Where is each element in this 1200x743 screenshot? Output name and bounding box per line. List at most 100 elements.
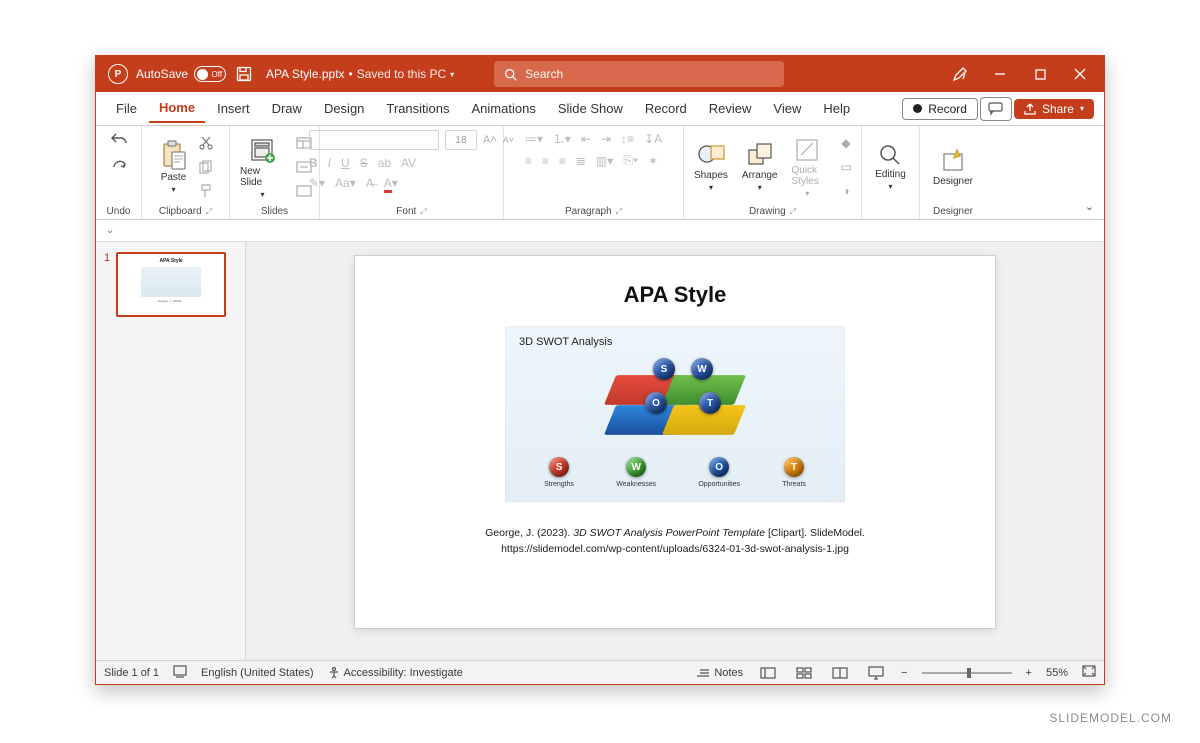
arrange-button[interactable]: Arrange▾ (738, 140, 782, 194)
tab-transitions[interactable]: Transitions (376, 95, 459, 122)
shape-outline-button[interactable]: ▭ (837, 158, 855, 176)
align-right-button[interactable]: ≡ (559, 154, 566, 168)
zoom-percent[interactable]: 55% (1046, 667, 1068, 679)
share-button[interactable]: Share▾ (1014, 99, 1094, 119)
chevron-down-icon[interactable]: ▾ (450, 70, 454, 79)
new-slide-button[interactable]: New Slide▾ (236, 134, 289, 201)
language-status[interactable]: English (United States) (201, 667, 314, 679)
font-size-dropdown[interactable]: 18 (445, 130, 477, 150)
line-spacing-button[interactable]: ↕≡ (621, 132, 634, 146)
search-box[interactable] (494, 61, 784, 87)
save-status[interactable]: Saved to this PC (357, 67, 446, 81)
quick-styles-button[interactable]: Quick Styles▾ (788, 135, 828, 200)
indent-inc-button[interactable]: ⇥ (601, 132, 611, 146)
paste-button[interactable]: Paste▾ (157, 138, 191, 196)
zoom-out-button[interactable]: − (901, 667, 907, 679)
align-center-button[interactable]: ≡ (542, 154, 549, 168)
tab-file[interactable]: File (106, 95, 147, 122)
sorter-view-button[interactable] (793, 665, 815, 681)
swot-diamond: S W O T (595, 354, 755, 434)
reading-view-button[interactable] (829, 665, 851, 681)
dialog-launcher-icon[interactable]: ⤢ (420, 207, 426, 217)
thumbnail-preview[interactable]: APA Style George, J. (2023)… (116, 252, 226, 317)
notes-button[interactable]: Notes (696, 667, 743, 679)
italic-button[interactable]: I (328, 156, 331, 170)
indent-dec-button[interactable]: ⇤ (581, 132, 591, 146)
ribbon-collapse-chevron-icon[interactable]: ⌄ (1085, 200, 1094, 213)
slide-counter[interactable]: Slide 1 of 1 (104, 667, 159, 679)
accessibility-icon (328, 667, 340, 679)
shape-fill-button[interactable]: ◆ (837, 134, 855, 152)
comments-button[interactable] (980, 97, 1012, 121)
tab-draw[interactable]: Draw (262, 95, 312, 122)
ball-w-icon: W (691, 358, 713, 380)
record-button[interactable]: Record (902, 98, 978, 120)
slideshow-view-button[interactable] (865, 665, 887, 681)
thumbnail-panel[interactable]: 1 APA Style George, J. (2023)… (96, 242, 246, 660)
fit-to-window-button[interactable] (1082, 665, 1096, 680)
file-name[interactable]: APA Style.pptx (266, 67, 345, 81)
tab-view[interactable]: View (763, 95, 811, 122)
tab-record[interactable]: Record (635, 95, 697, 122)
copy-button[interactable] (197, 158, 215, 176)
spacing-button[interactable]: AV (401, 156, 416, 170)
undo-button[interactable] (110, 130, 128, 148)
columns-button[interactable]: ▥▾ (596, 154, 613, 168)
search-input[interactable] (525, 67, 774, 81)
font-color-button[interactable]: A▾ (384, 176, 398, 190)
align-text-button[interactable]: ⎘▾ (623, 153, 638, 168)
minimize-button[interactable] (980, 56, 1020, 92)
slide-thumbnail-1[interactable]: 1 APA Style George, J. (2023)… (104, 252, 237, 317)
highlight-button[interactable]: ✎▾ (309, 176, 325, 190)
smartart-button[interactable]: ✶ (648, 154, 658, 168)
tab-slideshow[interactable]: Slide Show (548, 95, 633, 122)
bold-button[interactable]: B (309, 156, 318, 170)
arrange-icon (747, 142, 773, 168)
tab-insert[interactable]: Insert (207, 95, 260, 122)
toggle-switch-icon[interactable]: Off (194, 66, 226, 82)
tab-animations[interactable]: Animations (462, 95, 546, 122)
clear-format-button[interactable]: A̶ (366, 176, 374, 190)
align-left-button[interactable]: ≡ (525, 154, 532, 168)
zoom-slider[interactable] (922, 672, 1012, 674)
spellcheck-icon[interactable] (173, 665, 187, 680)
swot-image[interactable]: 3D SWOT Analysis S W O T SStrengths WWea… (505, 326, 845, 502)
justify-button[interactable]: ≣ (576, 154, 586, 168)
tab-home[interactable]: Home (149, 94, 205, 123)
format-painter-button[interactable] (197, 182, 215, 200)
normal-view-button[interactable] (757, 665, 779, 681)
tab-help[interactable]: Help (813, 95, 860, 122)
designer-button[interactable]: Designer (929, 146, 977, 189)
text-direction-button[interactable]: ↧A (644, 132, 662, 146)
redo-button[interactable] (110, 154, 128, 172)
maximize-button[interactable] (1020, 56, 1060, 92)
chevron-down-icon[interactable]: ▾ (1080, 104, 1084, 113)
pen-icon[interactable] (940, 56, 980, 92)
qat-dropdown-icon[interactable]: ⌄ (106, 225, 114, 236)
case-button[interactable]: Aa▾ (335, 176, 356, 190)
strike-button[interactable]: S (360, 156, 368, 170)
bullets-button[interactable]: ≔▾ (525, 132, 543, 146)
underline-button[interactable]: U (341, 156, 350, 170)
tab-review[interactable]: Review (699, 95, 762, 122)
close-button[interactable] (1060, 56, 1100, 92)
numbering-button[interactable]: ⒈▾ (553, 130, 571, 147)
save-icon[interactable] (236, 66, 252, 82)
font-family-dropdown[interactable] (309, 130, 439, 150)
zoom-in-button[interactable]: + (1026, 667, 1032, 679)
autosave-toggle[interactable]: AutoSave Off (136, 66, 226, 82)
cut-button[interactable] (197, 134, 215, 152)
increase-font-icon[interactable]: A˄ (483, 134, 497, 146)
tab-design[interactable]: Design (314, 95, 374, 122)
shadow-button[interactable]: ab (378, 156, 391, 170)
shape-effects-button[interactable]: ◑ (837, 182, 855, 200)
dialog-launcher-icon[interactable]: ⤢ (790, 207, 796, 217)
shapes-button[interactable]: Shapes▾ (690, 140, 732, 194)
slide[interactable]: APA Style 3D SWOT Analysis S W O T SStre… (355, 256, 995, 628)
accessibility-status[interactable]: Accessibility: Investigate (328, 667, 463, 679)
slide-canvas-area[interactable]: APA Style 3D SWOT Analysis S W O T SStre… (246, 242, 1104, 660)
editing-button[interactable]: Editing▾ (871, 141, 910, 193)
legend-t-icon: T (784, 457, 804, 477)
dialog-launcher-icon[interactable]: ⤢ (616, 207, 622, 217)
dialog-launcher-icon[interactable]: ⤢ (206, 207, 212, 217)
